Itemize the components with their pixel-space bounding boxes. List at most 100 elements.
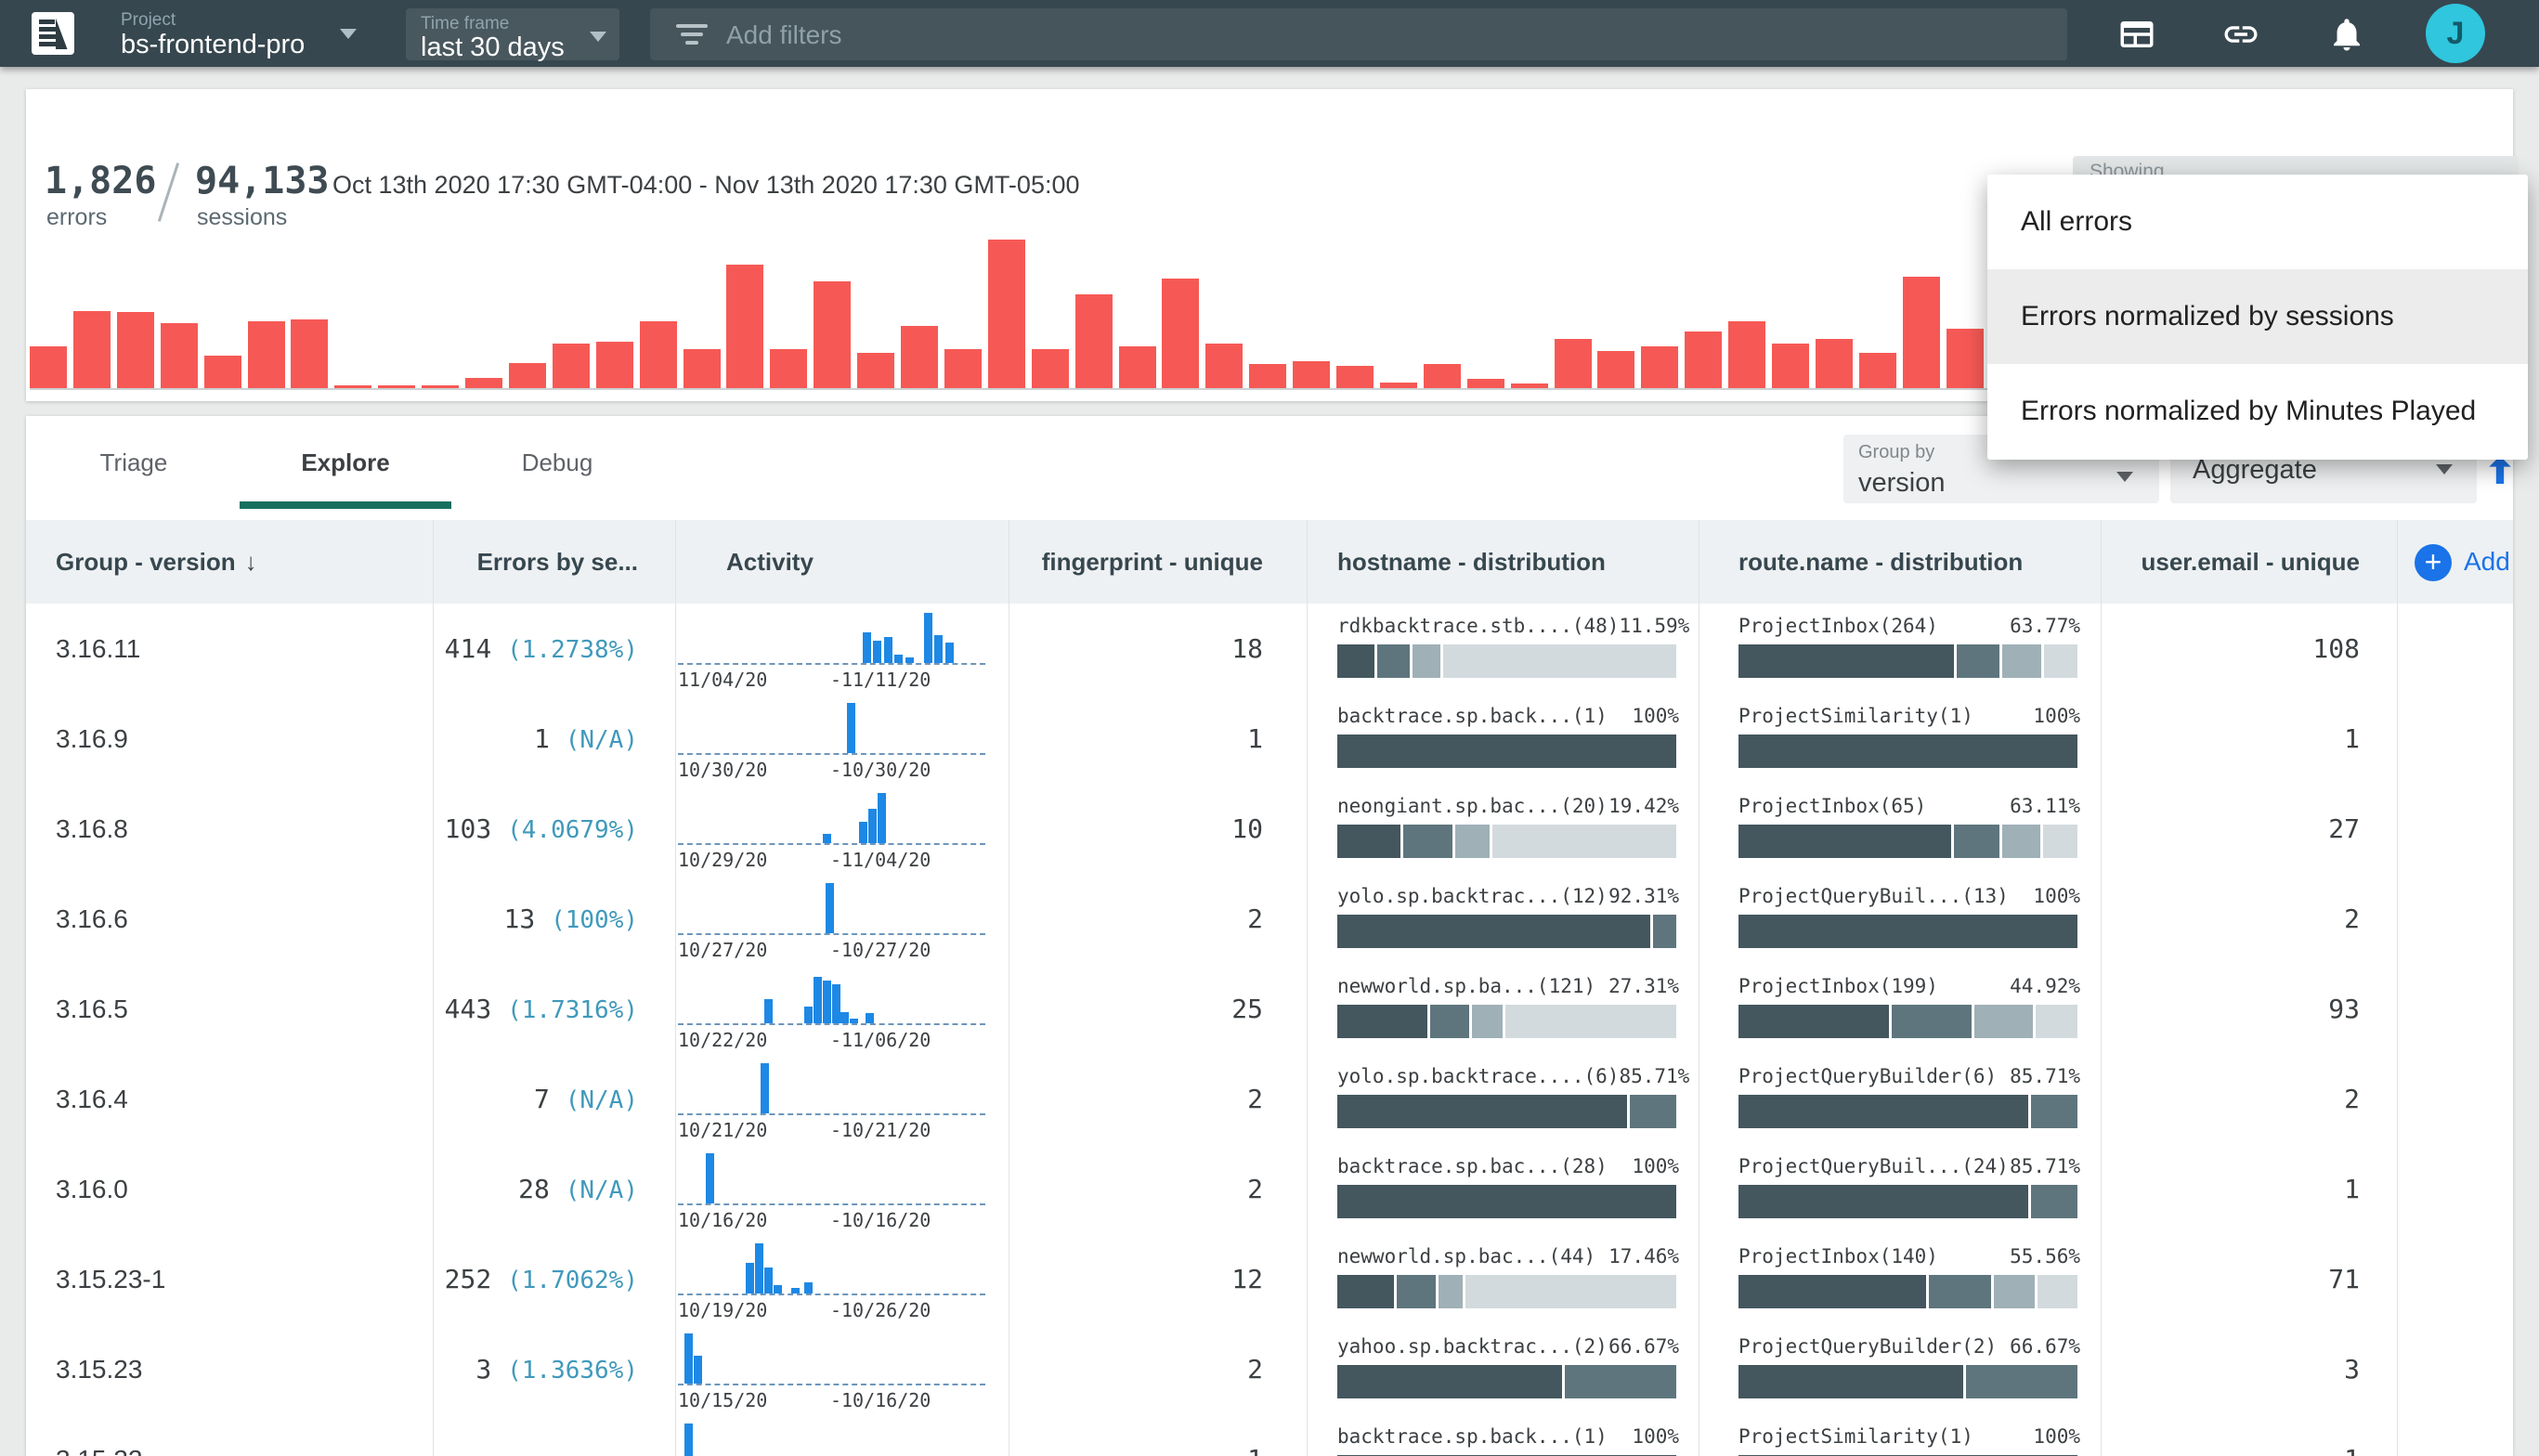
- distribution-bar[interactable]: [1337, 1365, 1679, 1398]
- table-row[interactable]: 3.16.5443 (1.7316%)10/22/20 13:41-11/06/…: [26, 964, 2513, 1055]
- histogram-bar[interactable]: [901, 326, 938, 388]
- column-header-2[interactable]: Errors by se...: [433, 520, 675, 604]
- distribution-segment: [1337, 734, 1676, 768]
- distribution-bar[interactable]: [1738, 1275, 2080, 1308]
- histogram-bar[interactable]: [770, 349, 807, 388]
- histogram-bar[interactable]: [1728, 321, 1765, 388]
- histogram-bar[interactable]: [814, 281, 851, 388]
- histogram-bar[interactable]: [1772, 344, 1809, 388]
- histogram-bar[interactable]: [988, 240, 1025, 388]
- column-header-3[interactable]: Activity: [675, 520, 1009, 604]
- distribution-bar[interactable]: [1337, 734, 1679, 768]
- distribution-label: ProjectQueryBuil...(13)100%: [1738, 885, 2080, 907]
- histogram-bar[interactable]: [1641, 346, 1678, 388]
- bell-icon[interactable]: [2327, 15, 2366, 54]
- chevron-down-icon: [590, 32, 606, 42]
- table-row[interactable]: 3.15.23-1252 (1.7062%)10/19/20 11:01-10/…: [26, 1234, 2513, 1325]
- table-row[interactable]: 3.16.028 (N/A)10/16/20 16:38-10/16/20 16…: [26, 1144, 2513, 1235]
- table-row[interactable]: 3.16.47 (N/A)10/21/20 16:10-10/21/20 19:…: [26, 1054, 2513, 1145]
- distribution-bar[interactable]: [1738, 915, 2080, 948]
- filters-bar[interactable]: [650, 8, 2067, 60]
- histogram-bar[interactable]: [204, 356, 241, 388]
- histogram-bar[interactable]: [1859, 353, 1896, 388]
- histogram-bar[interactable]: [684, 349, 721, 388]
- distribution-bar[interactable]: [1337, 825, 1679, 858]
- histogram-bar[interactable]: [465, 378, 502, 388]
- histogram-bar[interactable]: [1205, 344, 1243, 388]
- column-header-5[interactable]: hostname - distribution: [1307, 520, 1699, 604]
- histogram-bar[interactable]: [596, 342, 633, 388]
- histogram-bar[interactable]: [857, 353, 894, 388]
- avatar[interactable]: J: [2426, 4, 2485, 63]
- sort-descending-icon[interactable]: ↓: [245, 548, 257, 576]
- backtrace-logo-icon[interactable]: [32, 12, 74, 55]
- link-icon[interactable]: [2221, 15, 2260, 54]
- tab-explore[interactable]: Explore: [240, 416, 451, 509]
- histogram-bar[interactable]: [1903, 277, 1940, 388]
- distribution-bar[interactable]: [1738, 644, 2080, 678]
- table-row[interactable]: 3.16.613 (100%)10/27/20 12:56-10/27/20 1…: [26, 874, 2513, 965]
- layout-icon[interactable]: [2117, 15, 2156, 54]
- histogram-bar[interactable]: [944, 349, 982, 388]
- table-row[interactable]: 3.16.11414 (1.2738%)11/04/20 09:28-11/11…: [26, 604, 2513, 695]
- histogram-bar[interactable]: [161, 323, 198, 388]
- user-email-cell: 71: [2101, 1234, 2397, 1324]
- distribution-segment: [1738, 1275, 1926, 1308]
- table-row[interactable]: 3.16.8103 (4.0679%)10/29/20 17:38-11/04/…: [26, 784, 2513, 875]
- histogram-bar[interactable]: [248, 321, 285, 388]
- distribution-bar[interactable]: [1337, 1005, 1679, 1038]
- distribution-bar[interactable]: [1337, 1275, 1679, 1308]
- table-row[interactable]: 3.16.91 (N/A)10/30/20 17:28-10/30/20 17:…: [26, 694, 2513, 785]
- distribution-bar[interactable]: [1337, 644, 1679, 678]
- distribution-bar[interactable]: [1738, 1005, 2080, 1038]
- distribution-bar[interactable]: [1738, 1185, 2080, 1218]
- histogram-bar[interactable]: [553, 344, 590, 388]
- showing-option[interactable]: Errors normalized by sessions: [1987, 269, 2528, 364]
- tab-triage[interactable]: Triage: [28, 416, 240, 509]
- histogram-bar[interactable]: [1032, 349, 1069, 388]
- histogram-bar[interactable]: [1249, 364, 1286, 388]
- histogram-bar[interactable]: [1597, 351, 1634, 388]
- histogram-bar[interactable]: [30, 346, 67, 388]
- histogram-bar[interactable]: [1467, 379, 1504, 388]
- tab-debug[interactable]: Debug: [451, 416, 663, 509]
- histogram-bar[interactable]: [73, 311, 111, 388]
- histogram-bar[interactable]: [1336, 366, 1374, 388]
- histogram-bar[interactable]: [1947, 329, 1984, 388]
- histogram-bar[interactable]: [291, 319, 328, 388]
- histogram-bar[interactable]: [1075, 294, 1113, 388]
- column-header-6[interactable]: route.name - distribution: [1699, 520, 2101, 604]
- distribution-bar[interactable]: [1337, 1095, 1679, 1128]
- hostname-distribution-cell: newworld.sp.ba...(121)27.31%: [1307, 964, 1699, 1054]
- timeframe-select[interactable]: Time frame last 30 days: [406, 8, 619, 60]
- distribution-bar[interactable]: [1738, 1095, 2080, 1128]
- table-row[interactable]: 3.15.233 (1.3636%)10/15/20 12:52-10/16/2…: [26, 1324, 2513, 1415]
- histogram-bar[interactable]: [1816, 339, 1853, 388]
- histogram-bar[interactable]: [117, 312, 154, 388]
- errors-percent: (4.0679%): [507, 816, 638, 844]
- plus-icon[interactable]: +: [2415, 544, 2452, 581]
- histogram-bar[interactable]: [1685, 332, 1722, 388]
- histogram-bar[interactable]: [1555, 339, 1592, 388]
- table-row[interactable]: 3.15.22 1backtrace.sp.back...(1)100%Proj…: [26, 1414, 2513, 1456]
- histogram-bar[interactable]: [509, 363, 546, 388]
- histogram-bar[interactable]: [1293, 361, 1330, 388]
- showing-option[interactable]: All errors: [1987, 175, 2528, 269]
- histogram-bar[interactable]: [1162, 279, 1199, 388]
- distribution-bar[interactable]: [1337, 1185, 1679, 1218]
- add-column-button[interactable]: +Add: [2397, 520, 2513, 604]
- distribution-bar[interactable]: [1738, 1365, 2080, 1398]
- distribution-label: ProjectQueryBuilder(6)85.71%: [1738, 1065, 2080, 1087]
- histogram-bar[interactable]: [640, 321, 677, 388]
- distribution-bar[interactable]: [1337, 915, 1679, 948]
- add-filters-input[interactable]: [724, 18, 1935, 53]
- column-header-7[interactable]: user.email - unique: [2101, 520, 2397, 604]
- column-header-4[interactable]: fingerprint - unique: [1009, 520, 1307, 604]
- column-header-1[interactable]: Group - version↓: [26, 520, 433, 604]
- histogram-bar[interactable]: [1424, 364, 1461, 388]
- distribution-bar[interactable]: [1738, 734, 2080, 768]
- showing-option[interactable]: Errors normalized by Minutes Played: [1987, 364, 2528, 459]
- histogram-bar[interactable]: [1119, 346, 1156, 388]
- distribution-bar[interactable]: [1738, 825, 2080, 858]
- histogram-bar[interactable]: [726, 265, 763, 388]
